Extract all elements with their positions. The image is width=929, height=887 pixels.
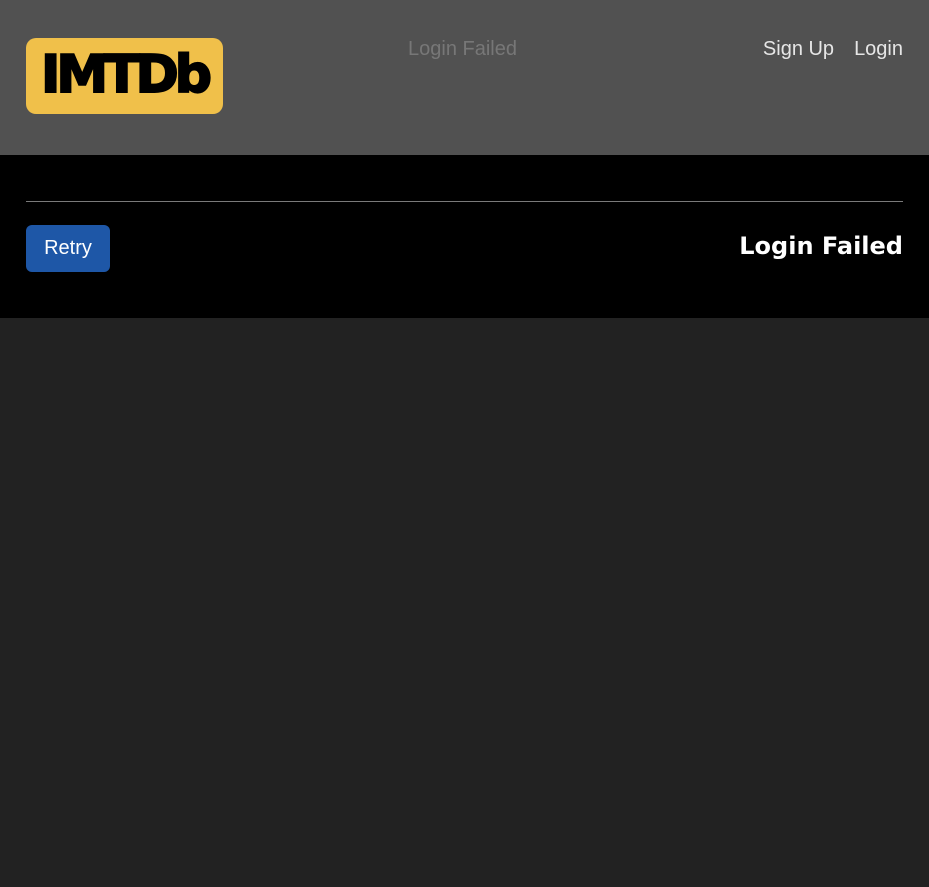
header-status-text: Login Failed — [408, 38, 517, 60]
signup-link[interactable]: Sign Up — [763, 38, 834, 60]
login-link[interactable]: Login — [854, 38, 903, 60]
login-failed-heading: Login Failed — [739, 232, 903, 260]
login-result-panel: Retry Login Failed — [0, 155, 929, 318]
header-nav: Sign Up Login — [763, 38, 903, 60]
site-header: IMTDb Login Failed Sign Up Login — [0, 0, 929, 155]
logo-text: IMTDb — [40, 45, 213, 105]
page-content — [0, 318, 929, 887]
divider — [26, 201, 903, 202]
imtdb-logo[interactable]: IMTDb — [26, 38, 223, 114]
retry-button[interactable]: Retry — [26, 225, 110, 272]
